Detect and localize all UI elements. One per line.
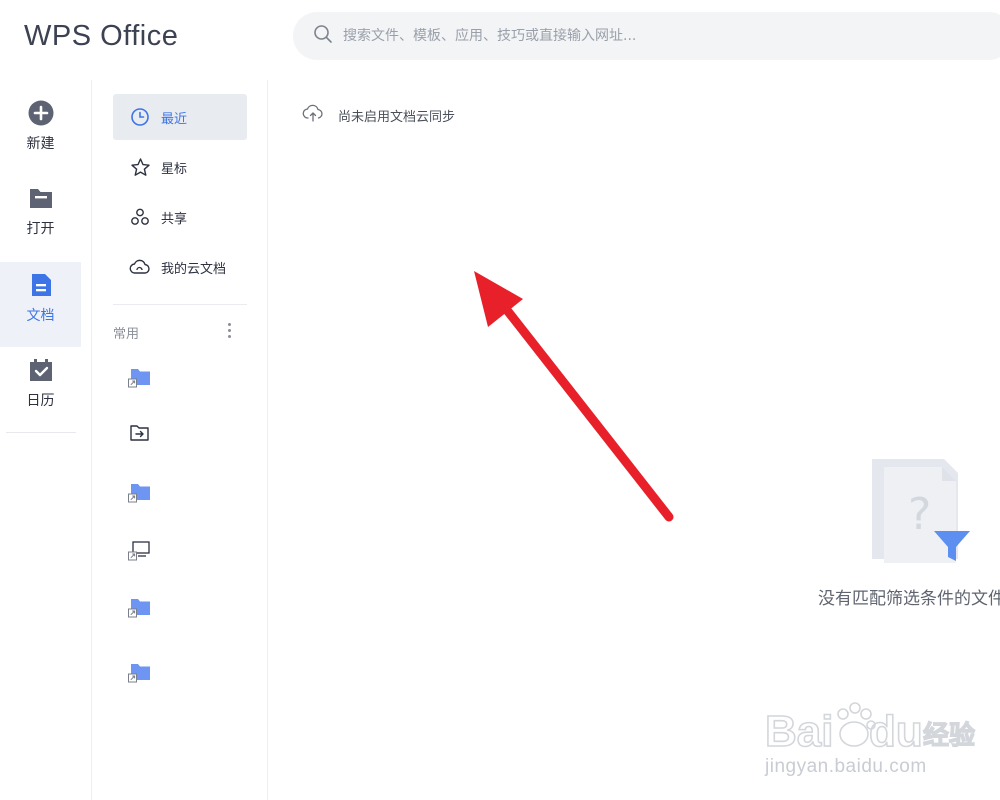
folder-shortcut-icon — [128, 482, 152, 508]
empty-state-message: 没有匹配筛选条件的文件 — [818, 589, 1000, 609]
cloud-sync-text: 尚未启用文档云同步 — [338, 109, 456, 125]
import-icon — [129, 423, 151, 447]
clock-icon — [129, 106, 151, 128]
search-icon — [313, 24, 333, 48]
nav-item-label: 共享 — [161, 211, 188, 227]
calendar-check-icon — [27, 356, 55, 384]
folder-shortcut-icon — [128, 662, 152, 688]
nav-item-cloud-docs[interactable]: 我的云文档 — [113, 244, 247, 290]
rail-item-docs[interactable]: 文档 — [0, 262, 81, 347]
nav-item-recent[interactable]: 最近 — [113, 94, 247, 140]
watermark-url: jingyan.baidu.com — [765, 756, 927, 777]
common-item-folder-shortcut[interactable] — [125, 660, 155, 690]
rail-divider — [6, 432, 76, 433]
rail-item-new[interactable]: 新建 — [0, 90, 81, 175]
nav-item-shared[interactable]: 共享 — [113, 194, 247, 240]
svg-text:经验: 经验 — [923, 720, 975, 751]
rail-item-label: 文档 — [26, 308, 55, 324]
more-options-icon[interactable] — [223, 320, 235, 340]
common-item-folder-shortcut[interactable] — [125, 595, 155, 625]
search-input[interactable] — [343, 28, 943, 44]
nav-item-starred[interactable]: 星标 — [113, 144, 247, 190]
cloud-icon — [129, 256, 151, 278]
folder-shortcut-icon — [128, 597, 152, 623]
common-item-import[interactable] — [125, 420, 155, 450]
rail-item-calendar[interactable]: 日历 — [0, 347, 81, 432]
app-logo: WPS Office — [24, 19, 179, 52]
nav-divider — [113, 304, 247, 305]
rail-item-label: 新建 — [26, 136, 55, 152]
star-icon — [129, 156, 151, 178]
nav-item-label: 我的云文档 — [161, 261, 227, 277]
common-item-folder-shortcut[interactable] — [125, 365, 155, 395]
rail-item-label: 日历 — [26, 393, 55, 409]
cloud-sync-status[interactable]: 尚未启用文档云同步 — [302, 103, 455, 127]
svg-text:Bai: Bai — [765, 707, 833, 756]
rail-item-open[interactable]: 打开 — [0, 175, 81, 260]
nav-item-label: 最近 — [161, 111, 188, 127]
common-item-desktop-shortcut[interactable] — [125, 538, 155, 568]
common-item-folder-shortcut[interactable] — [125, 480, 155, 510]
search-bar[interactable] — [293, 12, 1000, 60]
desktop-shortcut-icon — [128, 540, 152, 566]
cloud-sync-icon — [302, 103, 324, 127]
svg-text:?: ? — [908, 489, 931, 540]
svg-text:du: du — [869, 707, 923, 756]
document-icon — [27, 271, 55, 299]
folder-shortcut-icon — [128, 367, 152, 393]
secondary-nav: 最近 星标 共享 我的云文档 常用 — [93, 80, 268, 800]
plus-circle-icon — [27, 99, 55, 127]
share-icon — [129, 206, 151, 228]
left-rail: 新建 打开 文档 日历 — [0, 80, 92, 800]
rail-item-label: 打开 — [26, 221, 55, 237]
nav-item-label: 星标 — [161, 161, 188, 177]
folder-icon — [27, 184, 55, 212]
common-section-title: 常用 — [113, 327, 140, 342]
empty-state-illustration: ? — [872, 459, 972, 568]
